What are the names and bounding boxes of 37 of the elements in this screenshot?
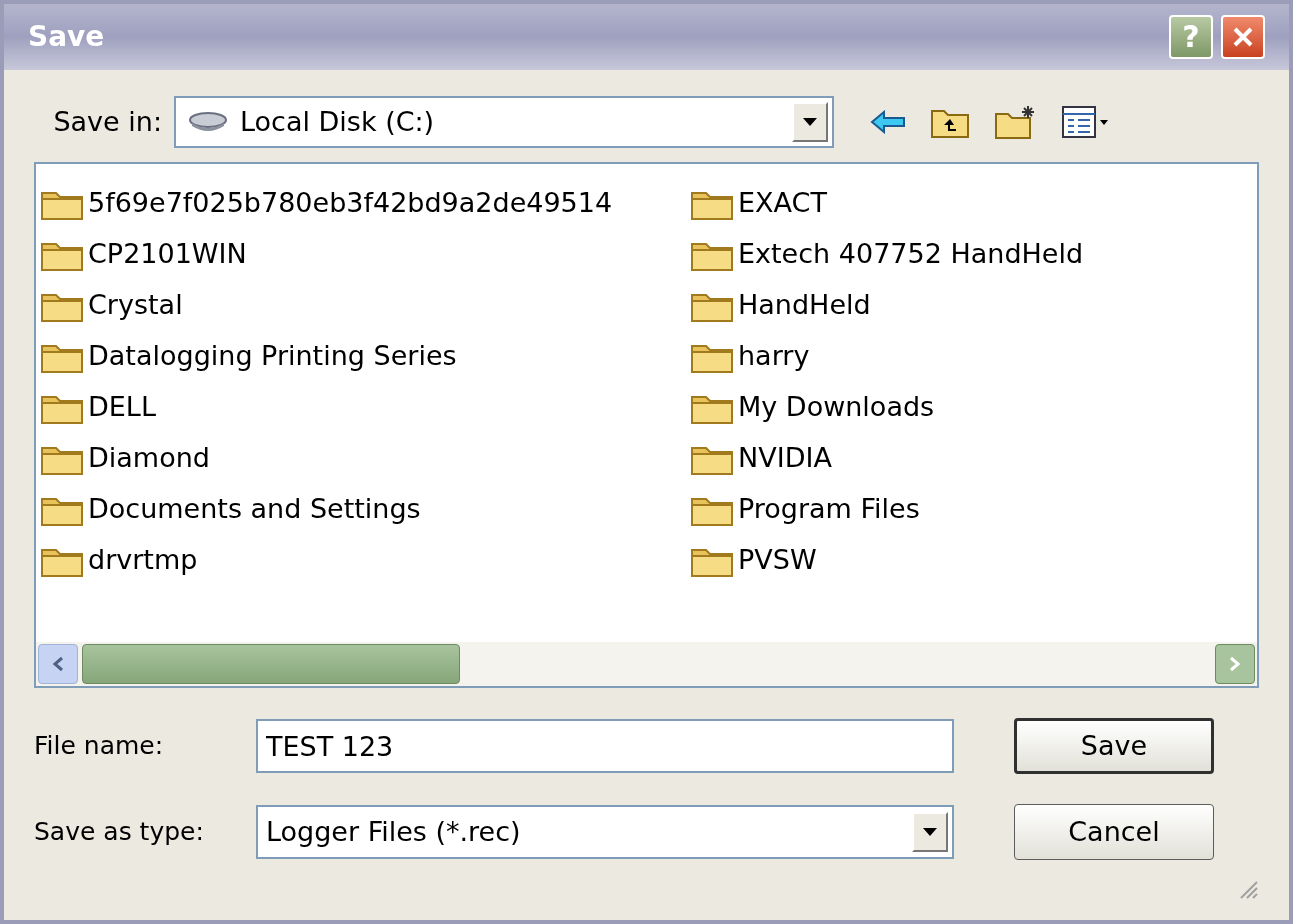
folder-item[interactable]: Documents and Settings: [40, 484, 690, 535]
cancel-button[interactable]: Cancel: [1014, 804, 1214, 860]
close-icon: [1232, 26, 1254, 48]
scroll-left-button[interactable]: [38, 644, 78, 684]
folder-item[interactable]: Crystal: [40, 280, 690, 331]
folder-item[interactable]: DELL: [40, 382, 690, 433]
folder-item[interactable]: Diamond: [40, 433, 690, 484]
folder-item[interactable]: Extech 407752 HandHeld: [690, 229, 1257, 280]
view-menu-icon[interactable]: [1062, 106, 1110, 138]
save-in-dropdown[interactable]: Local Disk (C:): [174, 96, 834, 148]
save-as-type-dropdown[interactable]: Logger Files (*.rec): [256, 805, 954, 859]
folder-item[interactable]: harry: [690, 331, 1257, 382]
file-name-label: File name:: [34, 730, 165, 763]
save-button[interactable]: Save: [1014, 718, 1214, 774]
save-in-value: Local Disk (C:): [240, 104, 436, 139]
folder-item[interactable]: EXACT: [690, 178, 1257, 229]
folder-item[interactable]: HandHeld: [690, 280, 1257, 331]
save-in-label: Save in:: [52, 104, 162, 139]
folder-item[interactable]: drvrtmp: [40, 535, 690, 586]
scroll-right-button[interactable]: [1215, 644, 1255, 684]
horizontal-scrollbar[interactable]: [36, 642, 1257, 686]
window-title: Save: [28, 19, 106, 55]
save-as-type-label: Save as type:: [34, 816, 205, 849]
close-button[interactable]: [1221, 15, 1265, 59]
drive-icon: [188, 111, 228, 133]
file-name-field[interactable]: TEST 123: [256, 719, 954, 773]
scroll-thumb[interactable]: [82, 644, 460, 684]
folder-item[interactable]: 5f69e7f025b780eb3f42bd9a2de49514: [40, 178, 690, 229]
folder-item[interactable]: My Downloads: [690, 382, 1257, 433]
chevron-left-icon: [52, 656, 64, 672]
back-arrow-icon[interactable]: [870, 110, 906, 134]
folder-item[interactable]: Datalogging Printing Series: [40, 331, 690, 382]
folder-item[interactable]: PVSW: [690, 535, 1257, 586]
folder-item[interactable]: Program Files: [690, 484, 1257, 535]
folder-item[interactable]: NVIDIA: [690, 433, 1257, 484]
folder-item[interactable]: CP2101WIN: [40, 229, 690, 280]
chevron-right-icon: [1229, 656, 1241, 672]
